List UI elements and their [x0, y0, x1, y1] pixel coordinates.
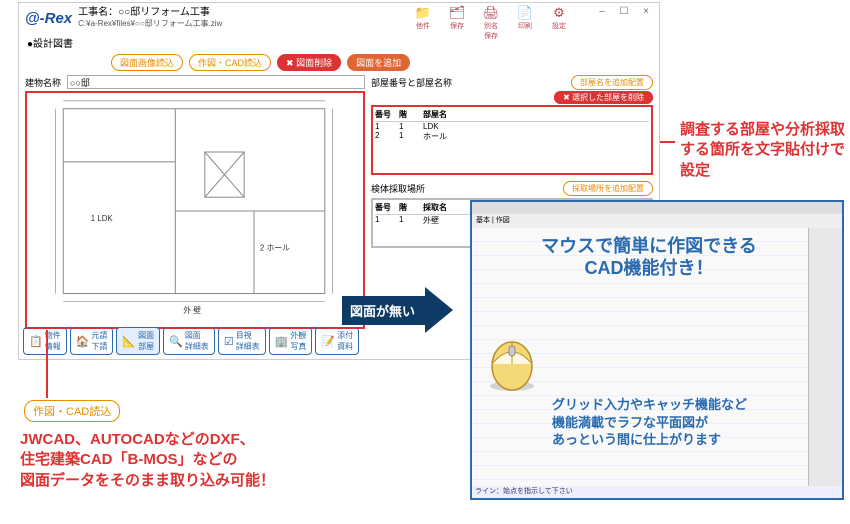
table-row[interactable]: 11LDK [375, 122, 649, 131]
toolbar-save[interactable]: 🗂保存 [447, 5, 467, 41]
window-controls: – ☐ × [591, 3, 657, 21]
project-path: C:¥a-Rex¥files¥○○邸リフォーム工事.ziw [78, 18, 222, 29]
samples-title: 検体採取場所 [371, 182, 425, 195]
cad-headline: マウスで簡単に作図できる CAD機能付き！ [496, 236, 802, 279]
btn-cad-import[interactable]: 作図・CAD読込 [189, 54, 271, 71]
no-drawing-arrow: 図面が無い [342, 296, 425, 325]
btn-add-sample[interactable]: 採取場所を追加配置 [563, 181, 653, 196]
toolbar-settings[interactable]: ⚙設定 [549, 5, 569, 41]
cad-import-callout: 作図・CAD読込 [24, 400, 120, 422]
action-row: 図面画像読込 作図・CAD読込 ✖ 図面削除 図面を追加 [19, 52, 659, 75]
titlebar: @-Rex 工事名：○○邸リフォーム工事 C:¥a-Rex¥files¥○○邸リ… [19, 3, 659, 33]
close-button[interactable]: × [635, 3, 657, 21]
cad-tabs[interactable]: 基本 | 作図 [472, 214, 842, 228]
btn-delete-room[interactable]: ✖ 選択した部屋を削除 [554, 91, 653, 104]
tab-exterior[interactable]: 🏢外観 写真 [269, 327, 313, 355]
app-logo: @-Rex [25, 10, 72, 27]
title-text: 工事名：○○邸リフォーム工事 C:¥a-Rex¥files¥○○邸リフォーム工事… [78, 7, 222, 29]
room-callout-text: 調査する部屋や分析採取 する箇所を文字貼付けで 設定 [680, 120, 845, 181]
rooms-title: 部屋番号と部屋名称 [371, 76, 452, 89]
cad-import-desc: JWCAD、AUTOCADなどのDXF、 住宅建築CAD「B-MOS」などの 図… [20, 430, 275, 491]
project-title: 工事名：○○邸リフォーム工事 [78, 7, 222, 18]
svg-text:1 LDK: 1 LDK [91, 214, 114, 223]
tab-detail[interactable]: 🔍図面 詳細表 [163, 327, 215, 355]
tab-contractor[interactable]: 🏠元請 下請 [70, 327, 114, 355]
bottom-tabs: 📋物件 情報 🏠元請 下請 📐図面 部屋 🔍図面 詳細表 ☑目視 詳細表 🏢外観… [23, 327, 359, 355]
rooms-table[interactable]: 番号階部屋名 11LDK 21ホール [371, 105, 653, 175]
tab-drawing[interactable]: 📐図面 部屋 [116, 327, 160, 355]
toolbar-other[interactable]: 📁他件 [413, 5, 433, 41]
left-column: 建物名称 [25, 75, 365, 335]
toolbar-saveas[interactable]: 🖨別名保存 [481, 5, 501, 41]
btn-image-import[interactable]: 図面画像読込 [111, 54, 183, 71]
lead-line [660, 141, 675, 143]
svg-text:2 ホール: 2 ホール [260, 243, 290, 252]
btn-add-room-label[interactable]: 部屋名を追加配置 [571, 75, 653, 90]
building-name-label: 建物名称 [25, 76, 61, 89]
svg-text:外 壁: 外 壁 [183, 305, 201, 315]
toolbar: 📁他件 🗂保存 🖨別名保存 📄印刷 ⚙設定 [413, 5, 569, 41]
minimize-button[interactable]: – [591, 3, 613, 21]
maximize-button[interactable]: ☐ [613, 3, 635, 21]
tab-attach[interactable]: 📝添付 資料 [315, 327, 359, 355]
cad-status-bar: ライン：始点を指示して下さい [472, 486, 842, 498]
btn-delete-drawing[interactable]: ✖ 図面削除 [277, 54, 341, 71]
tab-visual[interactable]: ☑目視 詳細表 [218, 327, 266, 355]
btn-add-drawing[interactable]: 図面を追加 [347, 54, 410, 71]
cad-subtext: グリッド入力やキャッチ機能など 機能満載でラフな平面図が あっという間に仕上がり… [552, 396, 747, 449]
mouse-icon [480, 336, 544, 394]
table-row[interactable]: 21ホール [375, 131, 649, 142]
toolbar-print[interactable]: 📄印刷 [515, 5, 535, 41]
cad-titlebar [472, 202, 842, 214]
cad-side-panel[interactable] [808, 228, 842, 486]
floorplan-svg: 1 LDK 2 ホール 外 壁 [27, 93, 363, 327]
floorplan-box[interactable]: 1 LDK 2 ホール 外 壁 [25, 91, 365, 329]
building-name-input[interactable] [67, 75, 365, 89]
tab-property[interactable]: 📋物件 情報 [23, 327, 67, 355]
building-name-row: 建物名称 [25, 75, 365, 89]
lead-line [46, 330, 48, 398]
